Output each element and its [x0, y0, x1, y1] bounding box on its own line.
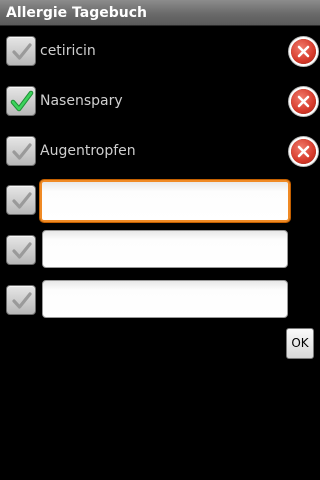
delete-icon — [297, 95, 310, 108]
delete-icon — [297, 145, 310, 158]
list-item: Nasenspary — [0, 81, 320, 121]
checkmark-grey-icon — [12, 242, 32, 259]
delete-button[interactable] — [291, 89, 316, 114]
item-checkbox[interactable] — [6, 86, 36, 116]
checkmark-grey-icon — [12, 292, 32, 309]
new-entry-input[interactable] — [42, 230, 288, 268]
new-entry-row — [0, 180, 320, 222]
new-entry-row — [0, 230, 320, 270]
list-item: Augentropfen — [0, 131, 320, 171]
ok-button[interactable]: OK — [286, 328, 314, 359]
list-item: cetiricin — [0, 31, 320, 71]
item-label: Augentropfen — [40, 143, 136, 159]
new-entry-row — [0, 280, 320, 320]
delete-button[interactable] — [291, 139, 316, 164]
item-label: cetiricin — [40, 43, 96, 59]
item-checkbox[interactable] — [6, 136, 36, 166]
new-entry-checkbox[interactable] — [6, 285, 36, 315]
checkmark-grey-icon — [12, 143, 32, 160]
title-bar: Allergie Tagebuch — [0, 0, 320, 26]
item-checkbox[interactable] — [6, 36, 36, 66]
checkmark-grey-icon — [12, 192, 32, 209]
delete-icon — [297, 45, 310, 58]
new-entry-input[interactable] — [42, 280, 288, 318]
new-entry-input[interactable] — [40, 180, 290, 222]
checkmark-green-icon — [10, 90, 34, 112]
new-entry-checkbox[interactable] — [6, 235, 36, 265]
item-label: Nasenspary — [40, 93, 123, 109]
new-entry-checkbox[interactable] — [6, 185, 36, 215]
delete-button[interactable] — [291, 39, 316, 64]
app-title: Allergie Tagebuch — [6, 5, 147, 21]
checkmark-grey-icon — [12, 43, 32, 60]
